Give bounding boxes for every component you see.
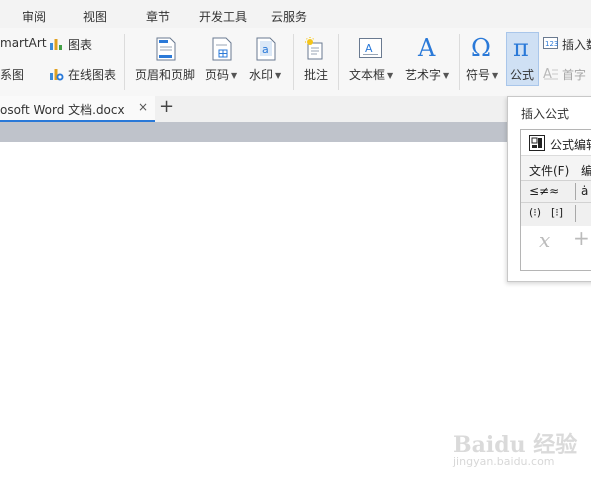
page-number-label: 页码 — [205, 68, 230, 82]
baidu-watermark-url: jingyan.baidu.com — [453, 455, 555, 468]
popup-title: 插入公式 — [521, 107, 570, 121]
document-tab-label: osoft Word 文档.docx — [0, 103, 125, 117]
symbol-label: 符号 — [466, 68, 491, 82]
formula-input-area[interactable]: x + — [521, 226, 591, 270]
formula-label: 公式 — [510, 68, 535, 82]
wordart-button[interactable]: 艺术字 ▼ — [405, 66, 449, 83]
textbox-label: 文本框 — [349, 68, 386, 82]
textbox-button[interactable]: 文本框 ▼ — [349, 66, 393, 83]
menu-bar: 审阅 视图 章节 开发工具 云服务 — [0, 0, 591, 28]
formula-editor-window: 公式编辑 文件(F) 编 ≤≠≈ ȧ (⁝) [⁝] x + — [520, 129, 591, 271]
page-number-button[interactable]: 页码 ▼ — [205, 66, 237, 83]
menu-view[interactable]: 视图 — [83, 8, 107, 25]
ribbon-divider — [459, 34, 460, 90]
dropcap-button[interactable]: 首字 — [562, 66, 586, 83]
formula-editor-title: 公式编辑 — [550, 138, 591, 152]
menu-developer-tools[interactable]: 开发工具 — [199, 8, 247, 25]
palette-divider — [575, 183, 576, 200]
ribbon-toolbar: martArt 图表 系图 在线图表 页眉和页脚 页码 ▼ a 水印 ▼ 批注 … — [0, 28, 591, 96]
document-gray-header — [0, 122, 591, 142]
relation-chart-button[interactable]: 系图 — [0, 66, 24, 83]
watermark-icon: a — [256, 37, 276, 61]
page-number-icon — [212, 37, 232, 61]
preview-variable: x — [539, 228, 551, 252]
preview-operator: + — [573, 226, 590, 250]
ribbon-divider — [124, 34, 125, 90]
menu-cloud-services[interactable]: 云服务 — [271, 8, 307, 25]
svg-text:a: a — [262, 43, 269, 56]
palette-divider — [575, 205, 576, 222]
ribbon-divider — [338, 34, 339, 90]
formula-editor-titlebar: 公式编辑 — [521, 130, 591, 156]
svg-text:123: 123 — [545, 40, 558, 48]
svg-text:A: A — [543, 67, 552, 80]
svg-text:π: π — [513, 34, 529, 62]
dropdown-caret-icon: ▼ — [443, 71, 450, 80]
watermark-label: 水印 — [249, 68, 274, 82]
template-palette-row: (⁝) [⁝] — [521, 202, 591, 226]
insert-number-button[interactable]: 插入数 — [562, 36, 591, 53]
menu-review[interactable]: 审阅 — [22, 8, 46, 25]
new-tab-plus-icon[interactable]: + — [159, 96, 174, 117]
menu-chapter[interactable]: 章节 — [146, 8, 170, 25]
textbox-icon: A — [359, 38, 382, 58]
accents-palette-button[interactable]: ȧ — [581, 184, 588, 198]
parentheses-template-button[interactable]: (⁝) — [529, 206, 541, 219]
wordart-label: 艺术字 — [405, 68, 442, 82]
online-chart-button[interactable]: 在线图表 — [68, 66, 116, 83]
dropdown-caret-icon: ▼ — [492, 71, 499, 80]
editor-menu-edit[interactable]: 编 — [581, 162, 591, 179]
header-footer-button[interactable]: 页眉和页脚 — [135, 66, 195, 83]
comment-icon — [305, 37, 323, 60]
online-chart-icon — [50, 69, 64, 81]
smartart-button[interactable]: martArt — [0, 36, 47, 50]
pi-icon: π — [513, 34, 529, 62]
formula-editor-menubar: 文件(F) 编 — [521, 156, 591, 180]
insert-number-icon: 123 — [543, 37, 558, 49]
chart-button[interactable]: 图表 — [68, 36, 92, 53]
watermark-button[interactable]: 水印 ▼ — [249, 66, 281, 83]
wordart-icon: A — [417, 34, 436, 60]
relations-palette-button[interactable]: ≤≠≈ — [529, 184, 559, 198]
document-tab[interactable]: osoft Word 文档.docx × — [0, 96, 155, 122]
formula-button[interactable]: π 公式 — [506, 32, 539, 86]
header-footer-icon — [156, 37, 176, 61]
dropdown-caret-icon: ▼ — [387, 71, 394, 80]
brackets-template-button[interactable]: [⁝] — [551, 206, 563, 219]
ribbon-divider — [293, 34, 294, 90]
svg-text:A: A — [417, 34, 436, 60]
svg-text:A: A — [365, 42, 373, 55]
document-tab-bar: osoft Word 文档.docx × + — [0, 96, 591, 122]
editor-menu-file[interactable]: 文件(F) — [529, 162, 569, 179]
insert-formula-popup: 插入公式 公式编辑 文件(F) 编 ≤≠≈ ȧ (⁝) [⁝] x — [507, 96, 591, 282]
symbol-palette-row: ≤≠≈ ȧ — [521, 180, 591, 202]
svg-text:Ω: Ω — [471, 34, 491, 60]
dropcap-icon: A — [543, 67, 558, 80]
dropdown-caret-icon: ▼ — [231, 71, 238, 80]
omega-symbol-icon: Ω — [471, 34, 491, 60]
comment-button[interactable]: 批注 — [304, 66, 328, 83]
chart-icon — [50, 39, 62, 50]
close-icon[interactable]: × — [138, 100, 148, 114]
symbol-button[interactable]: 符号 ▼ — [466, 66, 498, 83]
formula-editor-app-icon — [529, 135, 545, 151]
dropdown-caret-icon: ▼ — [275, 71, 282, 80]
